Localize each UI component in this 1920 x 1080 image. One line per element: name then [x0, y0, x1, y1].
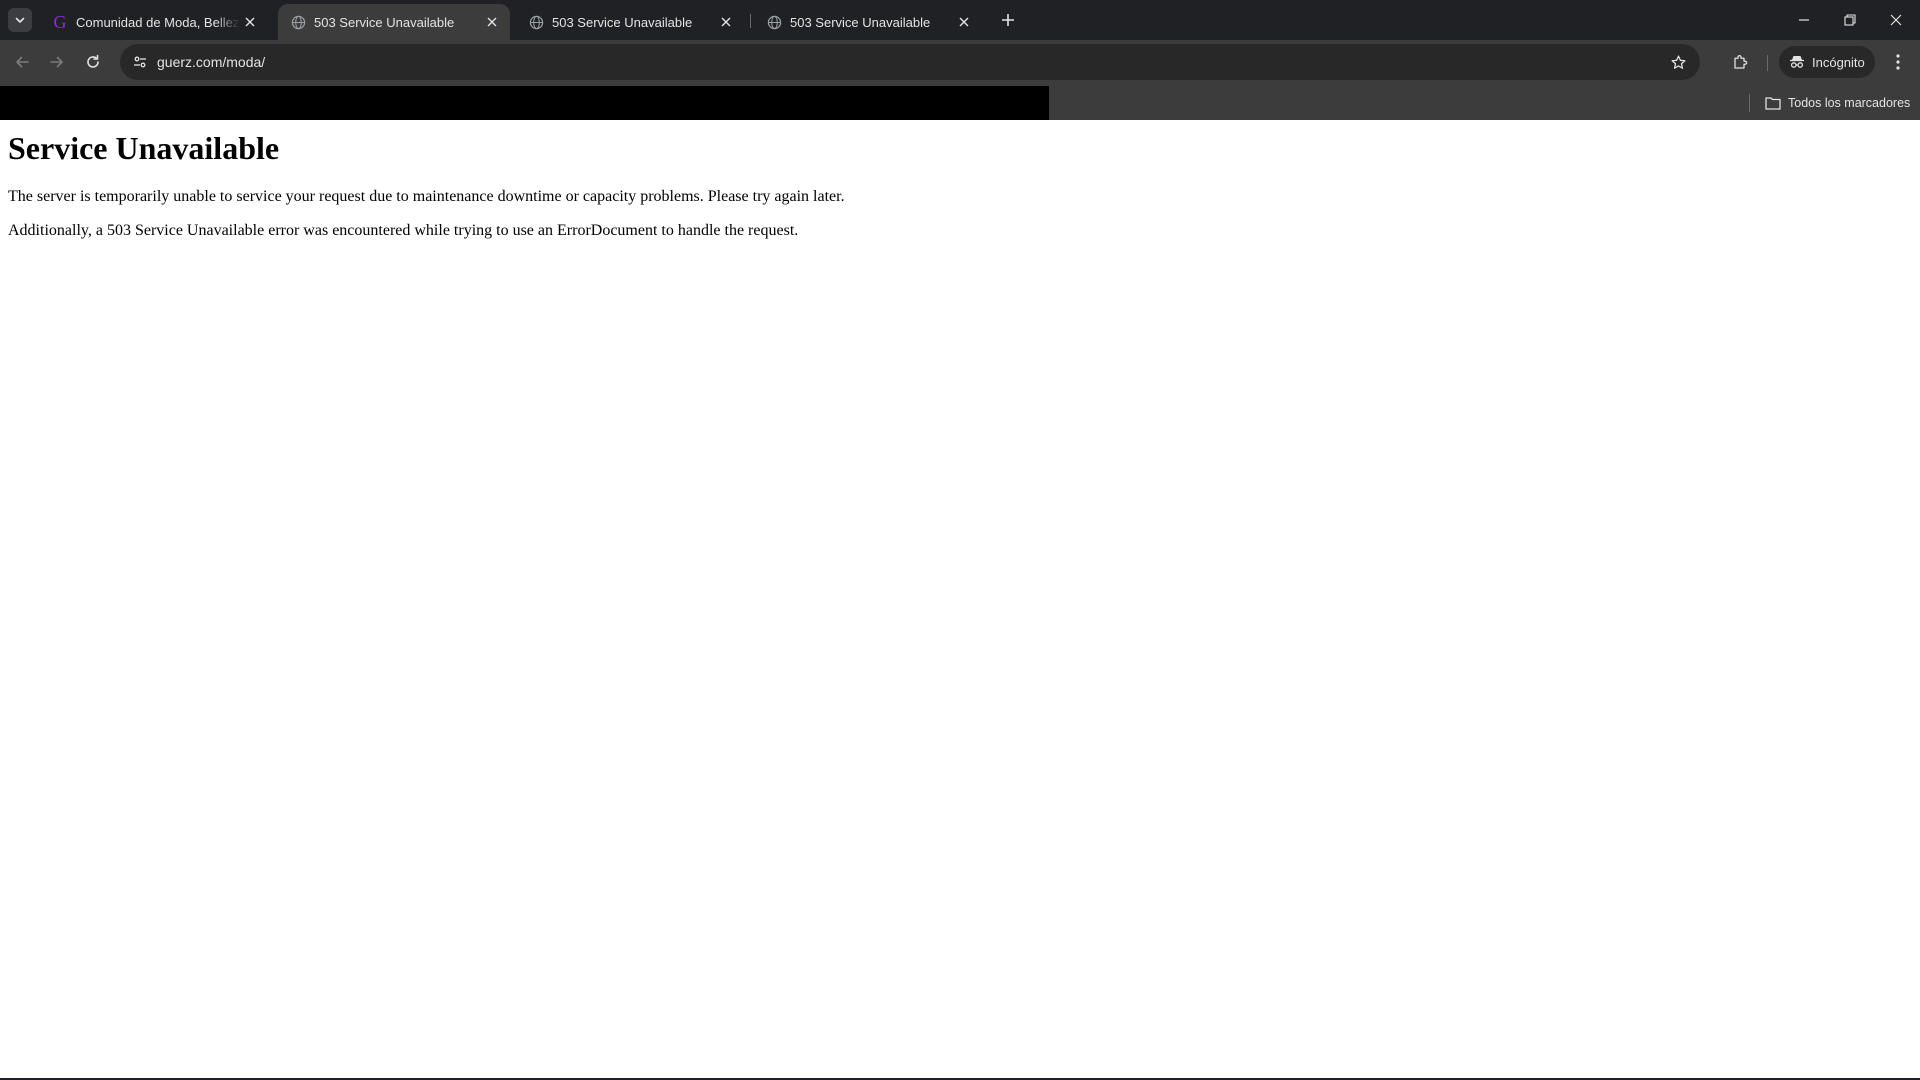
- all-bookmarks-folder[interactable]: Todos los marcadores: [1764, 91, 1910, 115]
- tab-separator: [750, 14, 751, 28]
- url-text[interactable]: guerz.com/moda/: [157, 54, 265, 70]
- all-bookmarks-label: Todos los marcadores: [1788, 96, 1911, 110]
- tab-title: 503 Service Unavailable: [790, 14, 931, 30]
- browser-toolbar: guerz.com/moda/ Incógnito: [0, 40, 1920, 86]
- tab-title: 503 Service Unavailable: [552, 14, 693, 30]
- incognito-label: Incógnito: [1812, 54, 1865, 70]
- restore-button[interactable]: [1827, 0, 1873, 40]
- more-vertical-icon: [1896, 54, 1900, 70]
- plus-icon: [1002, 14, 1014, 26]
- bookmarks-bar-black-region: [0, 86, 1049, 120]
- tab-503-third[interactable]: 503 Service Unavailable: [754, 4, 982, 40]
- folder-icon: [1764, 94, 1782, 112]
- arrow-right-icon: [50, 56, 63, 68]
- page-title: Service Unavailable: [8, 130, 280, 166]
- page-content: Service Unavailable The server is tempor…: [0, 120, 1920, 1080]
- toolbar-separator: [1767, 55, 1768, 71]
- new-tab-button[interactable]: [996, 8, 1020, 32]
- tab-strip: G Comunidad de Moda, Belleza, Estilo de …: [0, 0, 1920, 40]
- back-button[interactable]: [7, 47, 37, 77]
- close-icon: [1890, 14, 1902, 26]
- minimize-icon: [1799, 19, 1809, 21]
- bookmarks-bar: Todos los marcadores: [0, 86, 1920, 120]
- globe-icon: [290, 14, 306, 30]
- close-window-button[interactable]: [1873, 0, 1919, 40]
- site-info-icon[interactable]: [128, 50, 152, 74]
- tab-title: 503 Service Unavailable: [314, 14, 455, 30]
- minimize-button[interactable]: [1781, 0, 1827, 40]
- globe-icon: [528, 14, 544, 30]
- close-tab-icon[interactable]: [716, 12, 736, 32]
- extensions-button[interactable]: [1726, 47, 1756, 77]
- address-bar[interactable]: guerz.com/moda/: [120, 44, 1700, 80]
- tab-title: Comunidad de Moda, Belleza, Estilo de Vi…: [76, 14, 240, 30]
- incognito-icon: [1788, 53, 1806, 71]
- reload-button[interactable]: [78, 47, 108, 77]
- tab-503-second[interactable]: 503 Service Unavailable: [516, 4, 744, 40]
- arrow-left-icon: [16, 56, 29, 68]
- chevron-down-icon: [15, 17, 25, 23]
- bookmark-star-icon[interactable]: [1666, 50, 1690, 74]
- error-message: The server is temporarily unable to serv…: [8, 187, 845, 205]
- globe-icon: [766, 14, 782, 30]
- browser-menu-button[interactable]: [1883, 47, 1913, 77]
- tab-search-button[interactable]: [8, 8, 32, 32]
- bookmarks-separator: [1749, 94, 1750, 112]
- close-tab-icon[interactable]: [954, 12, 974, 32]
- close-tab-icon[interactable]: [240, 12, 260, 32]
- puzzle-icon: [1734, 55, 1748, 69]
- error-document-message: Additionally, a 503 Service Unavailable …: [8, 221, 799, 239]
- close-tab-icon[interactable]: [482, 12, 502, 32]
- guerz-g-icon: G: [53, 12, 67, 32]
- incognito-profile-button[interactable]: Incógnito: [1779, 46, 1875, 78]
- forward-button[interactable]: [42, 47, 72, 77]
- tab-comunidad-moda[interactable]: G Comunidad de Moda, Belleza, Estilo de …: [40, 4, 268, 40]
- reload-icon: [87, 54, 99, 68]
- tab-503-active[interactable]: 503 Service Unavailable: [278, 4, 510, 40]
- restore-icon: [1844, 14, 1856, 26]
